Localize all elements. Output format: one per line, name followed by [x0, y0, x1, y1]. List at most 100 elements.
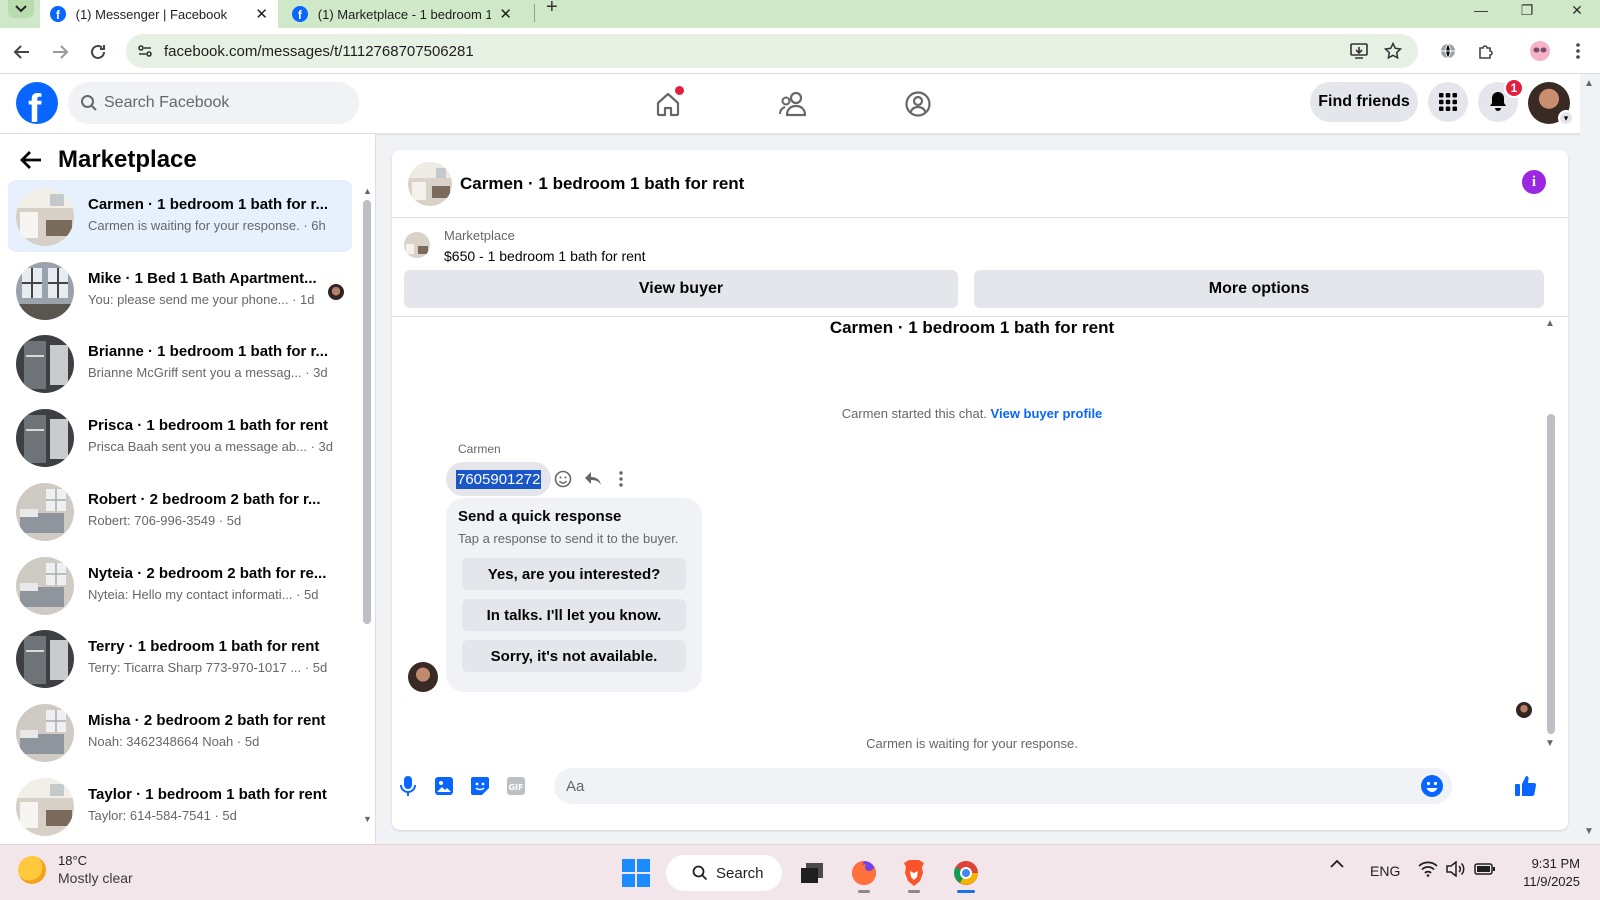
quick-reply-interested[interactable]: Yes, are you interested?	[462, 558, 686, 590]
close-window-button[interactable]: ✕	[1554, 0, 1600, 20]
browser-tab-bar: f (1) Messenger | Facebook ✕ f (1) Marke…	[0, 0, 1600, 28]
bookmark-star-icon[interactable]	[1382, 40, 1404, 62]
reload-button[interactable]	[86, 40, 110, 64]
scroll-down-arrow-icon[interactable]: ▼	[363, 814, 372, 824]
conversation-row[interactable]: Robert · 2 bedroom 2 bath for r... Robert…	[8, 475, 352, 547]
site-settings-icon[interactable]	[134, 40, 156, 62]
brave-icon[interactable]	[898, 857, 930, 893]
quick-reply-not-available[interactable]: Sorry, it's not available.	[462, 640, 686, 672]
temperature: 18°C	[58, 853, 88, 868]
message-input[interactable]	[566, 768, 1446, 804]
tab-marketplace[interactable]: f (1) Marketplace - 1 bedroom 1 ✕	[282, 0, 522, 28]
chat-header-title[interactable]: Carmen · 1 bedroom 1 bath for rent	[460, 174, 744, 194]
clock-time: 9:31 PM	[1531, 856, 1580, 871]
listing-thumbnail[interactable]	[408, 162, 452, 206]
photo-icon[interactable]	[430, 772, 458, 800]
volume-icon[interactable]	[1446, 861, 1466, 877]
running-indicator	[858, 890, 870, 893]
reload-icon	[91, 44, 105, 59]
chrome-icon[interactable]	[950, 857, 982, 893]
facebook-search[interactable]	[68, 82, 359, 124]
view-buyer-profile-link[interactable]: View buyer profile	[991, 406, 1103, 421]
friends-nav-button[interactable]	[774, 84, 814, 124]
more-options-button[interactable]: More options	[974, 270, 1544, 308]
facebook-logo[interactable]: f	[16, 82, 58, 124]
gif-icon[interactable]: GIF	[502, 772, 530, 800]
scrollbar-thumb[interactable]	[363, 200, 371, 624]
firefox-icon[interactable]	[848, 857, 880, 893]
listing-price-title[interactable]: $650 - 1 bedroom 1 bath for rent	[444, 248, 646, 264]
scroll-down-arrow-icon[interactable]: ▼	[1545, 738, 1555, 749]
react-emoji-icon[interactable]	[552, 468, 574, 490]
page-scrollbar[interactable]: ▲ ▼	[1580, 74, 1600, 844]
minimize-button[interactable]: —	[1458, 0, 1504, 20]
windows-start-icon[interactable]	[622, 859, 650, 887]
notification-badge: 1	[1504, 78, 1524, 98]
conversation-row[interactable]: Brianne · 1 bedroom 1 bath for r... Brian…	[8, 327, 352, 399]
taskbar-search[interactable]: Search	[666, 855, 782, 891]
conversation-row[interactable]: Carmen · 1 bedroom 1 bath for r... Carmen…	[8, 180, 352, 252]
chat-panel: Carmen · 1 bedroom 1 bath for rent i Mar…	[392, 150, 1568, 830]
conversation-row[interactable]: Mike · 1 Bed 1 Bath Apartment... You: ple…	[8, 254, 352, 326]
browser-menu-icon[interactable]	[1566, 39, 1590, 63]
groups-nav-button[interactable]	[898, 84, 938, 124]
conversation-row[interactable]: Taylor · 1 bedroom 1 bath for rent Taylor…	[8, 770, 352, 842]
system-clock[interactable]: 9:31 PM 11/9/2025	[1496, 855, 1580, 891]
battery-icon[interactable]	[1474, 862, 1496, 876]
conversation-row[interactable]: Terry · 1 bedroom 1 bath for rent Terry: …	[8, 622, 352, 694]
message-text-selected[interactable]: 7605901272	[456, 469, 542, 489]
thumbs-up-icon[interactable]	[1512, 772, 1540, 800]
conversation-row[interactable]: Nyteia · 2 bedroom 2 bath for re... Nytei…	[8, 549, 352, 621]
back-arrow-icon[interactable]	[20, 150, 42, 170]
microphone-icon[interactable]	[394, 772, 422, 800]
notifications-button[interactable]: 1	[1478, 78, 1524, 122]
profile-icon[interactable]	[1528, 39, 1552, 63]
sidebar-scrollbar[interactable]: ▲ ▼	[362, 186, 372, 834]
scroll-up-arrow-icon[interactable]: ▲	[363, 186, 372, 196]
scroll-down-arrow-icon[interactable]: ▼	[1584, 826, 1594, 837]
sender-avatar[interactable]	[408, 662, 438, 692]
scrollbar-thumb[interactable]	[1547, 414, 1555, 734]
weather-widget[interactable]: 18°C Mostly clear	[18, 853, 133, 886]
scroll-up-arrow-icon[interactable]: ▲	[1545, 318, 1555, 329]
close-tab-icon[interactable]: ✕	[255, 5, 268, 23]
search-input[interactable]	[104, 82, 344, 124]
view-buyer-button[interactable]: View buyer	[404, 270, 958, 308]
find-friends-button[interactable]: Find friends	[1310, 82, 1418, 122]
emoji-icon[interactable]	[1420, 774, 1444, 798]
close-tab-icon[interactable]: ✕	[499, 5, 512, 23]
tab-search-button[interactable]	[8, 0, 34, 18]
back-button[interactable]	[10, 40, 34, 64]
extensions-puzzle-icon[interactable]	[1474, 39, 1498, 63]
task-view-icon[interactable]	[796, 857, 828, 889]
forward-button[interactable]	[48, 40, 72, 64]
show-hidden-icons-icon[interactable]	[1330, 859, 1344, 869]
input-language[interactable]: ENG	[1370, 863, 1400, 879]
install-app-icon[interactable]	[1348, 40, 1370, 62]
maximize-button[interactable]: ❐	[1504, 0, 1550, 20]
reply-icon[interactable]	[582, 468, 604, 490]
conversation-name: Mike · 1 Bed 1 Bath Apartment...	[88, 269, 317, 287]
message-bubble[interactable]: 7605901272	[446, 462, 552, 496]
conversation-name: Nyteia · 2 bedroom 2 bath for re...	[88, 564, 327, 582]
scroll-up-arrow-icon[interactable]: ▲	[1584, 78, 1594, 89]
chat-scrollbar[interactable]: ▲ ▼	[1544, 318, 1558, 758]
globe-extension-icon[interactable]	[1436, 39, 1460, 63]
new-tab-button[interactable]: +	[546, 0, 558, 20]
tab-messenger[interactable]: f (1) Messenger | Facebook ✕	[40, 0, 278, 28]
conversation-preview: Taylor: 614-584-7541 · 5d	[88, 807, 237, 823]
conversation-row[interactable]: Prisca · 1 bedroom 1 bath for rent Prisca…	[8, 401, 352, 473]
wifi-icon[interactable]	[1418, 861, 1438, 877]
quick-reply-in-talks[interactable]: In talks. I'll let you know.	[462, 599, 686, 631]
home-nav-button[interactable]	[648, 84, 688, 124]
sticker-icon[interactable]	[466, 772, 494, 800]
facebook-favicon-icon: f	[50, 6, 66, 22]
info-icon[interactable]: i	[1522, 170, 1546, 194]
address-bar[interactable]: facebook.com/messages/t/1112768707506281	[126, 34, 1418, 68]
menu-grid-button[interactable]	[1428, 82, 1468, 122]
listing-thumbnail	[16, 777, 74, 836]
chat-header: Carmen · 1 bedroom 1 bath for rent i	[392, 150, 1568, 218]
account-avatar[interactable]: ▾	[1528, 82, 1574, 126]
conversation-row[interactable]: Misha · 2 bedroom 2 bath for rent Noah: 3…	[8, 696, 352, 768]
more-actions-icon[interactable]	[610, 468, 632, 490]
